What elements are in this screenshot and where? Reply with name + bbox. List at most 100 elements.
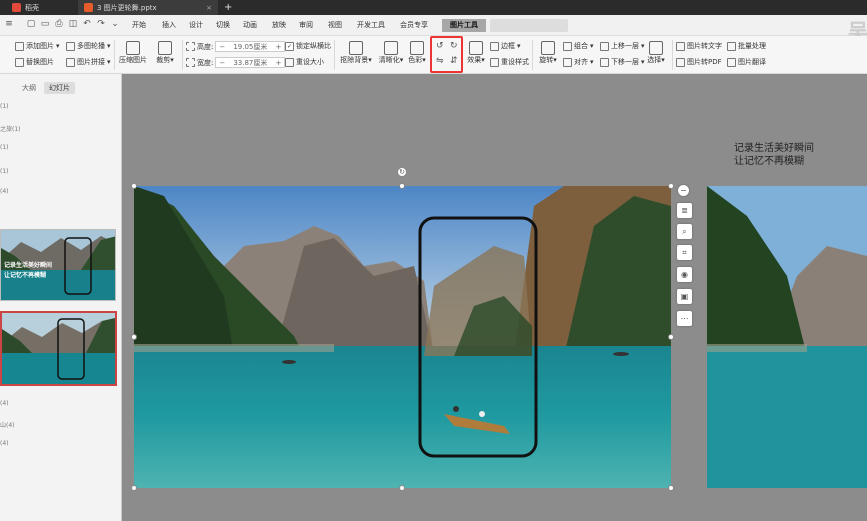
tab-docer[interactable]: 稻壳 <box>6 0 45 15</box>
checkbox-icon: ✓ <box>285 41 294 51</box>
replace-picture-button[interactable]: 替换图片 <box>15 57 54 67</box>
menu-icon[interactable]: ≡ <box>4 19 14 29</box>
reset-style-icon <box>490 57 499 67</box>
more-icon[interactable]: ⋯ <box>677 311 692 326</box>
pic-to-text-button[interactable]: 图片转文字 <box>676 41 722 51</box>
group-button[interactable]: 组合 ▾ <box>563 41 594 51</box>
tab-document[interactable]: 3 图片更轮舞.pptx × <box>78 0 218 15</box>
height-input[interactable]: −19.05厘米 + <box>215 41 286 52</box>
select-icon <box>649 41 663 55</box>
menu-design[interactable]: 设计 <box>187 19 205 32</box>
effects-button[interactable]: 效果▾ <box>466 41 486 65</box>
compress-button[interactable]: 压缩图片 <box>118 41 148 65</box>
slide-thumbnail-selected[interactable] <box>0 311 117 386</box>
send-backward-icon <box>600 57 609 67</box>
resize-handle[interactable] <box>131 334 137 340</box>
outline-item[interactable]: (1) <box>0 168 9 175</box>
image-icon[interactable]: ▣ <box>677 289 692 304</box>
translate-button[interactable]: 图片翻译 <box>727 57 766 67</box>
divider <box>532 40 533 70</box>
resize-handle[interactable] <box>668 485 674 491</box>
pin-icon[interactable]: ◉ <box>677 267 692 282</box>
width-input[interactable]: −33.87厘米 + <box>215 57 286 68</box>
select-button[interactable]: 选择▾ <box>644 41 668 65</box>
close-icon[interactable]: × <box>206 4 212 12</box>
reset-style-button[interactable]: 重设样式 <box>490 57 529 67</box>
align-icon <box>563 57 572 67</box>
minus-icon[interactable]: − <box>678 185 689 196</box>
slide-thumbnail[interactable]: 记录生活美好瞬间 让记忆不再模糊 <box>0 229 116 301</box>
outline-item[interactable]: (1) <box>0 144 9 151</box>
outline-item[interactable]: 之旅(1) <box>0 124 21 133</box>
search-box[interactable] <box>490 19 568 32</box>
divider <box>672 40 673 70</box>
save-icon[interactable]: ▢ <box>26 19 36 29</box>
pptx-icon <box>84 3 93 12</box>
tab-slides[interactable]: 幻灯片 <box>44 82 75 94</box>
resize-handle[interactable] <box>399 485 405 491</box>
menu-bar: ≡ ▢ ▭ ⎙ ◫ ↶ ↷ ⌄ 开始 插入 设计 切换 动画 放映 审阅 视图 … <box>0 15 867 41</box>
resize-handle[interactable] <box>668 183 674 189</box>
print-icon[interactable]: ⎙ <box>54 19 64 29</box>
crop-icon[interactable]: ⌗ <box>677 245 692 260</box>
menu-animation[interactable]: 动画 <box>241 19 259 32</box>
outline-item[interactable]: (4) <box>0 440 9 447</box>
new-tab-button[interactable]: + <box>218 0 238 15</box>
color-button[interactable]: 色彩▾ <box>406 41 428 65</box>
outline-item[interactable]: (4) <box>0 188 9 195</box>
menu-review[interactable]: 审阅 <box>297 19 315 32</box>
height-icon <box>186 42 195 51</box>
menu-transition[interactable]: 切换 <box>214 19 232 32</box>
color-icon <box>410 41 424 55</box>
menu-home[interactable]: 开始 <box>130 19 148 32</box>
resize-handle[interactable] <box>399 183 405 189</box>
folder-icon[interactable]: ▭ <box>40 19 50 29</box>
batch-icon <box>727 41 736 51</box>
remove-background-button[interactable]: 抠除背景▾ <box>338 41 374 65</box>
pic-to-pdf-button[interactable]: 图片转PDF <box>676 57 722 67</box>
outline-item[interactable]: (4) <box>0 400 9 407</box>
slide-picture[interactable] <box>134 186 671 488</box>
menu-member[interactable]: 会员专享 <box>398 19 430 32</box>
outline-item[interactable]: (1) <box>0 103 9 110</box>
reset-size-icon <box>285 57 294 67</box>
menu-picture-tools[interactable]: 图片工具 <box>442 19 486 32</box>
align-button[interactable]: 对齐 ▾ <box>563 57 594 67</box>
outline-item[interactable]: 山(4) <box>0 420 15 429</box>
chevron-down-icon[interactable]: ⌄ <box>110 19 120 29</box>
menu-slideshow[interactable]: 放映 <box>270 19 288 32</box>
send-backward-button[interactable]: 下移一层 ▾ <box>600 57 645 67</box>
rotate-button[interactable]: 旋转▾ <box>536 41 560 65</box>
lock-ratio-checkbox[interactable]: ✓ 锁定纵横比 <box>285 41 331 51</box>
menu-view[interactable]: 视图 <box>326 19 344 32</box>
tab-outline[interactable]: 大纲 <box>22 83 36 93</box>
redo-icon[interactable]: ↷ <box>96 19 106 29</box>
lake-landscape-image <box>134 186 671 488</box>
zoom-icon[interactable]: ⌕ <box>677 224 692 239</box>
bring-forward-button[interactable]: 上移一层 ▾ <box>600 41 645 51</box>
translate-icon <box>727 57 736 67</box>
multi-picture-button[interactable]: 多图轮播 ▾ <box>66 41 111 51</box>
bring-forward-icon <box>600 41 609 51</box>
menu-insert[interactable]: 插入 <box>160 19 178 32</box>
collage-icon <box>66 57 75 67</box>
width-control: 宽度: −33.87厘米 + <box>186 57 286 68</box>
reset-size-button[interactable]: 重设大小 <box>285 57 324 67</box>
lake-preview-image <box>707 186 867 488</box>
menu-developer[interactable]: 开发工具 <box>355 19 387 32</box>
crop-button[interactable]: 裁剪▾ <box>152 41 178 65</box>
resize-handle[interactable] <box>131 485 137 491</box>
resize-handle[interactable] <box>668 334 674 340</box>
layers-icon[interactable]: ≣ <box>677 203 692 218</box>
resize-handle[interactable] <box>131 183 137 189</box>
border-button[interactable]: 边框 ▾ <box>490 41 521 51</box>
batch-process-button[interactable]: 批量处理 <box>727 41 766 51</box>
carousel-icon <box>66 41 75 51</box>
rotate-icon <box>541 41 555 55</box>
rotate-handle-icon[interactable]: ↻ <box>397 167 407 177</box>
preview-icon[interactable]: ◫ <box>68 19 78 29</box>
clarify-button[interactable]: 清晰化▾ <box>376 41 406 65</box>
undo-icon[interactable]: ↶ <box>82 19 92 29</box>
picture-collage-button[interactable]: 图片拼接 ▾ <box>66 57 111 67</box>
add-picture-button[interactable]: 添加图片 ▾ <box>15 41 60 51</box>
